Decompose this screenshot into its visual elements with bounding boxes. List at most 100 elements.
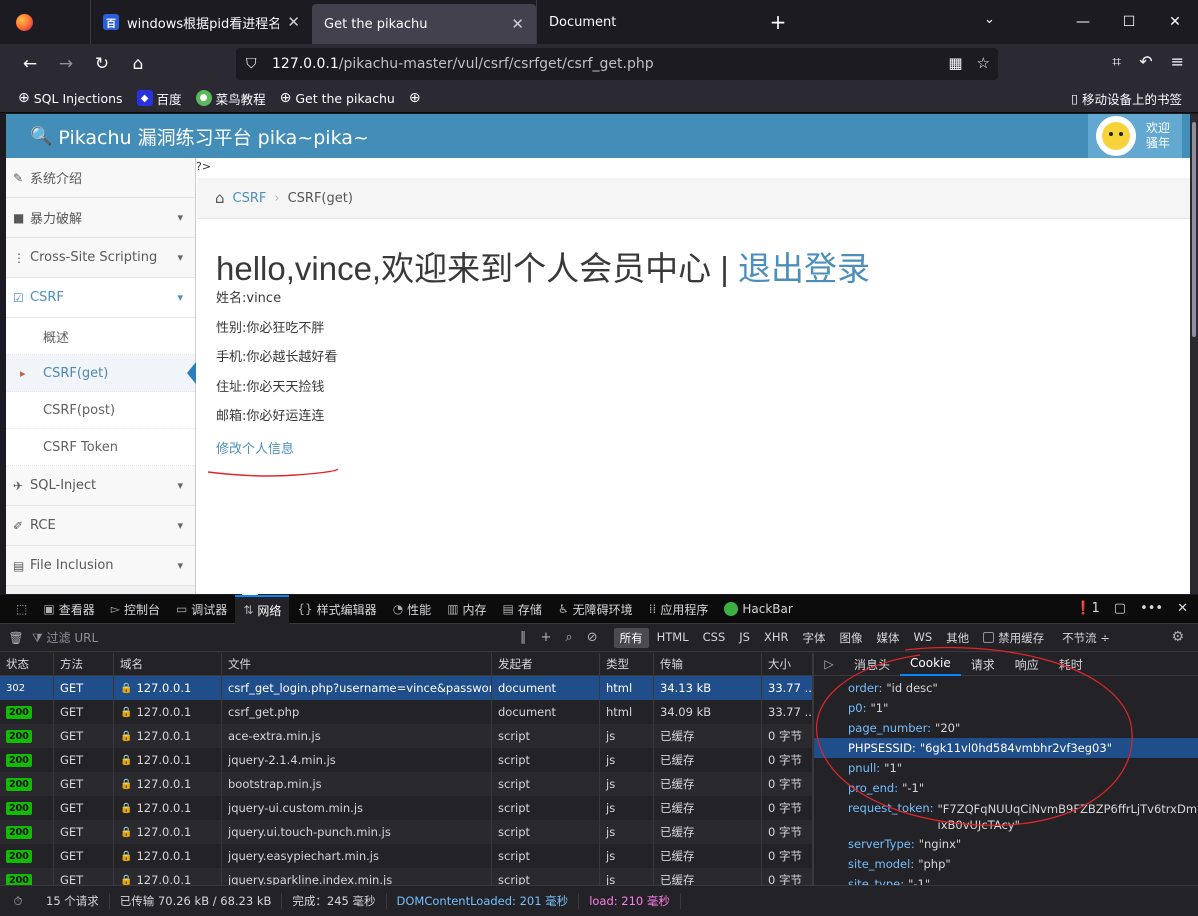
tab-memory[interactable]: ▥ 内存 [439,595,494,624]
user-menu[interactable]: 欢迎 骚年 [1088,114,1182,158]
tab-style-editor[interactable]: {} 样式编辑器 [289,595,384,624]
table-row[interactable]: 200 GET 🔒 127.0.0.1 jquery.sparkline.index.m… [0,868,813,885]
table-row[interactable]: 200 GET 🔒 127.0.0.1 bootstrap.min.js script js… [0,772,813,796]
table-row[interactable]: 200 GET 🔒 127.0.0.1 ace-extra.min.js script js… [0,724,813,748]
element-picker-icon[interactable]: ⬚ [8,595,35,624]
stopwatch-icon[interactable]: ⏱ [0,894,36,909]
bookmark-sql-injections[interactable]: ⊕ SQL Injections [18,90,123,106]
filter-ws[interactable]: WS [907,628,938,648]
add-icon[interactable]: + [541,630,552,645]
table-row[interactable]: 200 GET 🔒 127.0.0.1 csrf_get.php document html… [0,700,813,724]
close-window-icon[interactable]: ✕ [1152,0,1198,44]
detail-tab-cookies[interactable]: Cookie [900,653,961,676]
cookie-row[interactable]: request_token: "F7ZQFqNUUqCiNvmB9FZBZP6ff… [814,798,1198,834]
cookie-row[interactable]: pro_end: "-1" [814,778,1198,798]
sidebar-item-xss[interactable]: ⋮ Cross-Site Scripting ▾ [6,238,195,278]
cookie-row[interactable]: order: "id desc" [814,678,1198,698]
app-menu-icon[interactable]: ≡ [1171,52,1184,72]
column-header[interactable]: 传输 [654,653,762,675]
table-row[interactable]: 200 GET 🔒 127.0.0.1 jquery.easypiechart.min.… [0,844,813,868]
firefox-menu-icon[interactable] [0,0,48,44]
sidebar-item-csrf[interactable]: ☑ CSRF ▾ [6,278,195,318]
filter-html[interactable]: HTML [651,628,695,648]
filter-js[interactable]: JS [733,628,756,648]
toggle-panel-icon[interactable]: ▷ [814,657,844,671]
minimize-icon[interactable]: — [1060,0,1106,44]
bookmark-star-icon[interactable]: ☆ [977,54,990,72]
logout-link[interactable]: 退出登录 [738,250,870,287]
cookie-row[interactable]: pnull: "1" [814,758,1198,778]
tab-hackbar[interactable]: HackBar [716,595,800,624]
scrollbar-thumb[interactable] [1192,122,1196,337]
tab-network[interactable]: ⇅ 网络 [235,594,290,624]
cookie-row[interactable]: PHPSESSID: "6gk11vl0hd584vmbhr2vf3eg03" [814,738,1198,758]
bookmark-get-the-pikachu[interactable]: ⊕ Get the pikachu [280,90,395,106]
search-icon[interactable]: ⌕ [565,630,572,645]
detail-tab-headers[interactable]: 消息头 [844,653,900,676]
table-row[interactable]: 302 GET 🔒 127.0.0.1 csrf_get_login.php?usern… [0,676,813,700]
sidebar-subitem-csrf-post[interactable]: CSRF(post) [6,392,195,429]
filter-media[interactable]: 媒体 [870,628,905,648]
close-tab-icon[interactable]: ✕ [511,15,524,33]
qr-code-icon[interactable]: ▦ [948,54,962,72]
back-icon[interactable]: ← [12,48,48,80]
filter-css[interactable]: CSS [697,628,732,648]
table-row[interactable]: 200 GET 🔒 127.0.0.1 jquery-ui.custom.min.js s… [0,796,813,820]
browser-tab-active[interactable]: Get the pikachu ✕ [312,4,536,44]
tab-performance[interactable]: ◔ 性能 [385,595,440,624]
table-row[interactable]: 200 GET 🔒 127.0.0.1 jquery-2.1.4.min.js scrip… [0,748,813,772]
sidebar-item-rce[interactable]: ✐ RCE ▾ [6,506,195,546]
screenshot-crop-icon[interactable]: ⌗ [1112,52,1121,72]
mobile-bookmarks[interactable]: ▯ 移动设备上的书签 [1071,89,1182,108]
gear-icon[interactable]: ⚙ [1171,629,1184,645]
detail-tab-response[interactable]: 响应 [1005,653,1049,676]
sidebar-item-brute-force[interactable]: ■ 暴力破解 ▾ [6,198,195,238]
sidebar-item-file-inclusion[interactable]: ▤ File Inclusion ▾ [6,546,195,586]
table-row[interactable]: 200 GET 🔒 127.0.0.1 jquery.ui.touch-punch.mi… [0,820,813,844]
column-header[interactable]: 域名 [114,653,222,675]
filter-all[interactable]: 所有 [613,627,649,648]
sidebar-subitem-overview[interactable]: 概述 [6,318,195,355]
site-title[interactable]: Pikachu 漏洞练习平台 pika~pika~ [58,123,368,150]
tab-accessibility[interactable]: ♿ 无障碍环境 [550,595,641,624]
close-devtools-icon[interactable]: ✕ [1177,601,1188,616]
undo-icon[interactable]: ↶ [1139,52,1152,72]
sidebar-item-sql-inject[interactable]: ✈ SQL-Inject ▾ [6,466,195,506]
tab-console[interactable]: ▻ 控制台 [103,595,168,624]
dock-icon[interactable]: ▢ [1114,601,1126,616]
browser-tab[interactable]: 百 windows根据pid看进程名称_百 ✕ [90,0,312,44]
close-tab-icon[interactable]: ✕ [287,13,300,31]
column-header[interactable]: 状态 [0,653,54,675]
filter-images[interactable]: 图像 [833,628,868,648]
column-header[interactable]: 方法 [54,653,114,675]
bookmark-runoob[interactable]: ● 菜鸟教程 [195,89,266,108]
sidebar-subitem-csrf-get[interactable]: CSRF(get) [6,355,196,392]
clear-icon[interactable]: 🗑 [0,631,32,645]
cookie-row[interactable]: page_number: "20" [814,718,1198,738]
detail-tab-timings[interactable]: 耗时 [1049,653,1093,676]
sidebar-subitem-csrf-token[interactable]: CSRF Token [6,429,195,466]
breadcrumb-link-csrf[interactable]: CSRF [233,191,267,206]
pause-icon[interactable]: ∥ [520,630,527,645]
error-count-badge[interactable]: ❗1 [1075,601,1099,616]
shield-icon[interactable]: ⛉ [246,56,262,72]
disable-cache-checkbox[interactable]: 禁用缓存 [983,630,1044,646]
bookmark-baidu[interactable]: ◆ 百度 [136,89,182,108]
filter-xhr[interactable]: XHR [758,628,795,648]
more-options-icon[interactable]: ••• [1140,601,1163,616]
filter-other[interactable]: 其他 [940,628,975,648]
filter-fonts[interactable]: 字体 [796,628,831,648]
reload-icon[interactable]: ↻ [84,48,120,80]
browser-tab[interactable]: Document [536,0,758,44]
home-icon[interactable]: ⌂ [120,48,156,80]
url-filter-input[interactable]: ⧩ 过滤 URL [32,629,512,646]
bookmark-unnamed[interactable]: ⊕ [409,90,421,106]
column-header[interactable]: 发起者 [492,653,600,675]
tab-application[interactable]: ⁞⁞ 应用程序 [641,595,717,624]
edit-profile-link[interactable]: 修改个人信息 [216,438,1176,457]
maximize-icon[interactable]: ☐ [1106,0,1152,44]
cookie-row[interactable]: site_type: "-1" [814,874,1198,885]
tab-storage[interactable]: ▤ 存储 [495,595,550,624]
list-tabs-icon[interactable]: ⌄ [984,12,995,27]
cookie-row[interactable]: serverType: "nginx" [814,834,1198,854]
